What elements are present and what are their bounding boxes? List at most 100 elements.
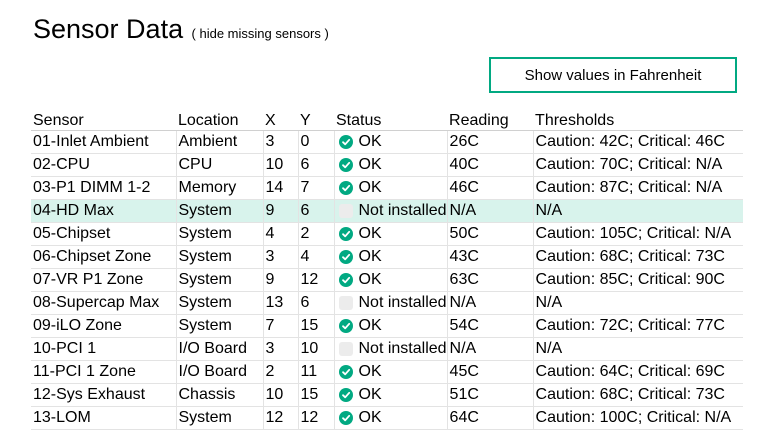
status-text: Not installed xyxy=(358,340,447,357)
cell-x: 9 xyxy=(263,199,299,223)
status-text: OK xyxy=(358,248,382,265)
cell-y: 10 xyxy=(298,337,335,361)
hide-missing-sensors-link[interactable]: ( hide missing sensors ) xyxy=(192,26,329,41)
cell-sensor: 04-HD Max xyxy=(31,199,177,223)
cell-thresholds: Caution: 70C; Critical: N/A xyxy=(533,153,744,177)
table-row[interactable]: 09-iLO Zone System 7 15 OK 54C Caution: 72C; C… xyxy=(31,314,744,338)
status-text: OK xyxy=(358,156,382,173)
check-circle-icon xyxy=(338,250,353,264)
cell-reading: 45C xyxy=(447,360,534,384)
table-row[interactable]: 03-P1 DIMM 1-2 Memory 14 7 OK 46C Caution: 87C… xyxy=(31,176,744,200)
table-row[interactable]: 05-Chipset System 4 2 OK 50C Caution: 105C; Cr… xyxy=(31,222,744,246)
column-header-x[interactable]: X xyxy=(263,110,298,131)
check-circle-icon xyxy=(338,411,353,425)
cell-x: 2 xyxy=(263,360,299,384)
cell-y: 4 xyxy=(298,245,335,269)
page-title: Sensor Data xyxy=(33,14,184,44)
cell-sensor: 13-LOM xyxy=(31,406,177,430)
cell-status: OK xyxy=(334,268,448,292)
title-row: Sensor Data ( hide missing sensors ) xyxy=(33,14,329,45)
not-installed-icon xyxy=(338,342,353,356)
cell-status: OK xyxy=(334,406,448,430)
column-header-sensor[interactable]: Sensor xyxy=(31,110,176,131)
cell-y: 12 xyxy=(298,268,335,292)
table-row[interactable]: 07-VR P1 Zone System 9 12 OK 63C Caution: 85C;… xyxy=(31,268,744,292)
cell-status: OK xyxy=(334,130,448,154)
cell-status: Not installed xyxy=(334,291,448,315)
cell-thresholds: Caution: 42C; Critical: 46C xyxy=(533,130,744,154)
cell-thresholds: Caution: 105C; Critical: N/A xyxy=(533,222,744,246)
check-circle-icon xyxy=(338,365,353,379)
cell-reading: 54C xyxy=(447,314,534,338)
cell-thresholds: N/A xyxy=(533,199,744,223)
cell-thresholds: Caution: 87C; Critical: N/A xyxy=(533,176,744,200)
cell-status: Not installed xyxy=(334,337,448,361)
column-header-thresholds[interactable]: Thresholds xyxy=(533,110,744,131)
cell-sensor: 10-PCI 1 xyxy=(31,337,177,361)
status-text: OK xyxy=(358,225,382,242)
cell-location: System xyxy=(176,199,264,223)
table-header-row: Sensor Location X Y Status Reading Thres… xyxy=(31,110,744,131)
table-row[interactable]: 02-CPU CPU 10 6 OK 40C Caution: 70C; Critical:… xyxy=(31,153,744,177)
table-row[interactable]: 06-Chipset Zone System 3 4 OK 43C Caution: 68C… xyxy=(31,245,744,269)
table-row[interactable]: 11-PCI 1 Zone I/O Board 2 11 OK 45C Caution: 6… xyxy=(31,360,744,384)
cell-thresholds: Caution: 85C; Critical: 90C xyxy=(533,268,744,292)
cell-location: System xyxy=(176,291,264,315)
cell-status: Not installed xyxy=(334,199,448,223)
cell-reading: 50C xyxy=(447,222,534,246)
cell-location: I/O Board xyxy=(176,337,264,361)
cell-location: System xyxy=(176,268,264,292)
cell-x: 10 xyxy=(263,153,299,177)
table-row[interactable]: 13-LOM System 12 12 OK 64C Caution: 100C; Crit… xyxy=(31,406,744,430)
column-header-status[interactable]: Status xyxy=(334,110,448,131)
column-header-y[interactable]: Y xyxy=(298,110,334,131)
cell-status: OK xyxy=(334,153,448,177)
status-text: OK xyxy=(358,133,382,150)
sensor-table-body: 01-Inlet Ambient Ambient 3 0 OK 26C Caution: 4… xyxy=(31,130,744,430)
cell-reading: 63C xyxy=(447,268,534,292)
cell-y: 6 xyxy=(298,291,335,315)
cell-y: 11 xyxy=(298,360,335,384)
cell-sensor: 01-Inlet Ambient xyxy=(31,130,177,154)
check-circle-icon xyxy=(338,227,353,241)
cell-thresholds: N/A xyxy=(533,291,744,315)
column-header-location[interactable]: Location xyxy=(176,110,263,131)
status-text: Not installed xyxy=(358,202,447,219)
cell-x: 3 xyxy=(263,245,299,269)
cell-reading: 64C xyxy=(447,406,534,430)
cell-thresholds: Caution: 68C; Critical: 73C xyxy=(533,383,744,407)
cell-x: 13 xyxy=(263,291,299,315)
table-row[interactable]: 08-Supercap Max System 13 6 Not installed N/A… xyxy=(31,291,744,315)
cell-thresholds: Caution: 72C; Critical: 77C xyxy=(533,314,744,338)
show-fahrenheit-button[interactable]: Show values in Fahrenheit xyxy=(489,57,737,93)
cell-sensor: 03-P1 DIMM 1-2 xyxy=(31,176,177,200)
not-installed-icon xyxy=(338,204,353,218)
cell-status: OK xyxy=(334,360,448,384)
table-row[interactable]: 04-HD Max System 9 6 Not installed N/A N/A xyxy=(31,199,744,223)
status-text: OK xyxy=(358,409,382,426)
check-circle-icon xyxy=(338,181,353,195)
table-row[interactable]: 10-PCI 1 I/O Board 3 10 Not installed N/A N/A xyxy=(31,337,744,361)
cell-reading: 51C xyxy=(447,383,534,407)
check-circle-icon xyxy=(338,273,353,287)
check-circle-icon xyxy=(338,158,353,172)
cell-y: 6 xyxy=(298,199,335,223)
check-circle-icon xyxy=(338,388,353,402)
cell-sensor: 06-Chipset Zone xyxy=(31,245,177,269)
column-header-reading[interactable]: Reading xyxy=(447,110,534,131)
cell-x: 3 xyxy=(263,337,299,361)
cell-x: 9 xyxy=(263,268,299,292)
cell-x: 3 xyxy=(263,130,299,154)
table-row[interactable]: 01-Inlet Ambient Ambient 3 0 OK 26C Caution: 4… xyxy=(31,130,744,154)
cell-location: I/O Board xyxy=(176,360,264,384)
cell-location: System xyxy=(176,222,264,246)
cell-sensor: 02-CPU xyxy=(31,153,177,177)
cell-sensor: 07-VR P1 Zone xyxy=(31,268,177,292)
cell-x: 14 xyxy=(263,176,299,200)
table-row[interactable]: 12-Sys Exhaust Chassis 10 15 OK 51C Caution: 6… xyxy=(31,383,744,407)
cell-y: 12 xyxy=(298,406,335,430)
cell-status: OK xyxy=(334,383,448,407)
check-circle-icon xyxy=(338,135,353,149)
cell-reading: 26C xyxy=(447,130,534,154)
cell-reading: N/A xyxy=(447,291,534,315)
